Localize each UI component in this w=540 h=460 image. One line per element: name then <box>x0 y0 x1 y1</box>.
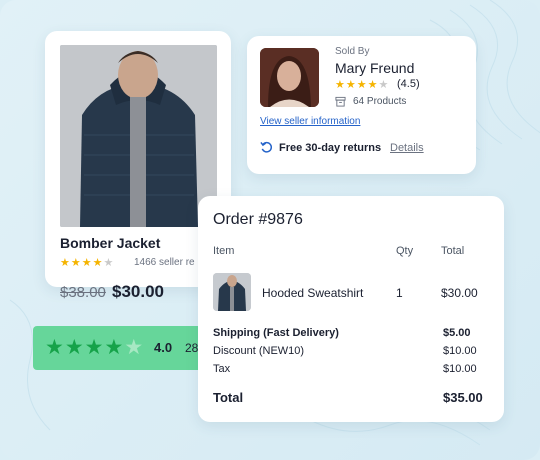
rating-strip: ★★★★★ 4.0 28 <box>33 326 213 370</box>
star-half-icon: ★ <box>103 257 115 269</box>
star-empty-icon: ★ <box>124 336 145 359</box>
seller-avatar[interactable] <box>260 48 319 107</box>
item-qty: 1 <box>396 286 403 300</box>
star-icon: ★ <box>70 257 82 269</box>
box-icon <box>335 96 346 107</box>
seller-name: Mary Freund <box>335 60 415 76</box>
star-icon: ★ <box>60 257 71 269</box>
item-total: $30.00 <box>441 286 478 300</box>
tax-value: $10.00 <box>443 363 477 375</box>
total-value: $35.00 <box>443 390 483 405</box>
details-link[interactable]: Details <box>390 142 424 154</box>
header-total: Total <box>441 245 465 257</box>
header-item: Item <box>213 245 235 257</box>
rating-count: 28 <box>185 341 199 355</box>
order-card: Order #9876 Item Qty Total Hooded Sweats… <box>198 196 504 422</box>
rating-score: 4.0 <box>154 340 173 355</box>
product-image[interactable] <box>60 45 217 227</box>
tax-label: Tax <box>213 363 231 375</box>
new-price: $30.00 <box>112 282 164 301</box>
star-half-icon: ★ <box>378 79 390 91</box>
product-rating-stars: ★★★★★ <box>60 256 114 269</box>
header-qty: Qty <box>396 245 414 257</box>
star-icon: ★ <box>92 257 104 269</box>
discount-label: Discount (NEW10) <box>213 345 305 357</box>
discount-value: $10.00 <box>443 345 477 357</box>
star-icon: ★★★★ <box>45 336 125 359</box>
seller-rating-value: (4.5) <box>397 78 420 90</box>
star-icon: ★ <box>81 257 93 269</box>
total-label: Total <box>213 390 244 405</box>
item-name: Hooded Sweatshirt <box>262 286 364 300</box>
rating-strip-stars: ★★★★★ <box>45 335 144 360</box>
view-seller-info-link[interactable]: View seller information <box>260 116 360 127</box>
old-price: $38.00 <box>60 284 106 301</box>
sold-by-label: Sold By <box>335 46 370 57</box>
item-thumbnail[interactable] <box>213 273 251 311</box>
refresh-icon <box>260 141 273 153</box>
shipping-label: Shipping (Fast Delivery) <box>213 327 339 339</box>
returns-text: Free 30-day returns <box>279 142 382 154</box>
star-icon: ★★★★ <box>335 79 379 91</box>
shipping-value: $5.00 <box>443 327 471 339</box>
products-count: 64 Products <box>353 96 407 107</box>
order-title: Order #9876 <box>213 211 303 228</box>
seller-rating-stars: ★★★★★ <box>335 78 389 91</box>
seller-card: Sold By Mary Freund ★★★★★ (4.5) 64 Produ… <box>247 36 476 174</box>
product-name: Bomber Jacket <box>60 235 161 251</box>
